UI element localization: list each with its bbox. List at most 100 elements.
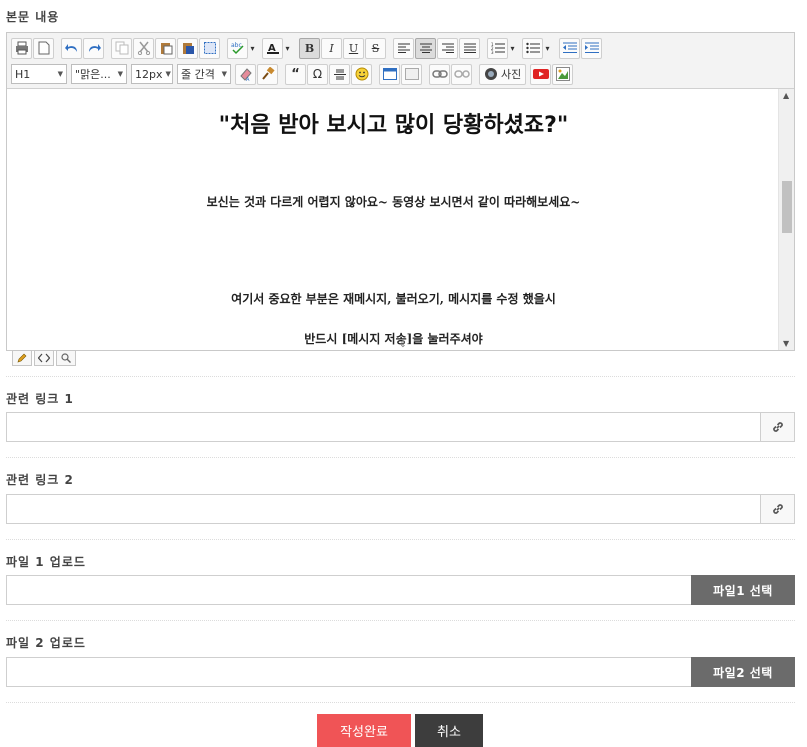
format-brush-icon[interactable] [257,63,278,85]
heading-select[interactable]: H1 ▼ [11,64,67,84]
paste-icon[interactable] [155,37,176,59]
scroll-down-icon[interactable]: ▼ [783,339,789,348]
select-all-icon[interactable] [199,37,220,59]
camera-icon [485,68,497,80]
video-icon[interactable] [530,63,552,85]
file-upload-2-input[interactable] [7,658,690,686]
file-upload-1-input[interactable] [7,576,690,604]
new-document-icon[interactable] [33,37,54,59]
editor-mode-bar [12,350,78,366]
emoticon-icon[interactable] [351,63,372,85]
chevron-down-icon: ▼ [117,70,123,78]
resize-handle-icon[interactable]: ⇕ [399,340,407,350]
file-upload-2-field: 파일2 선택 [6,657,795,687]
form-actions: 작성완료 취소 [0,714,807,747]
align-justify-icon[interactable] [459,37,480,59]
table-icon[interactable] [379,63,400,85]
html-mode-code-icon[interactable] [34,350,54,366]
bold-button[interactable]: B [299,37,320,59]
align-left-icon[interactable] [393,37,414,59]
line-height-select-value: 줄 간격 [181,68,215,81]
divider [6,620,795,621]
chevron-down-icon: ▼ [165,70,171,78]
blockquote-button[interactable]: “ [285,63,306,85]
font-color-icon[interactable]: A [262,37,283,59]
scrollbar-thumb[interactable] [782,181,792,233]
indent-icon[interactable] [581,37,602,59]
chevron-down-icon: ▼ [57,70,63,78]
svg-text:3: 3 [491,50,494,54]
unordered-list-icon[interactable] [522,37,543,59]
font-family-select[interactable]: "맑은... ▼ [71,64,127,84]
undo-icon[interactable] [61,37,82,59]
body-content-label: 본문 내용 [6,10,60,24]
chevron-down-icon: ▼ [221,70,227,78]
image-icon[interactable] [552,63,574,85]
ordered-list-icon[interactable]: 123 [487,37,508,59]
related-link-1-button[interactable] [760,413,794,441]
related-link-2-label: 관련 링크 2 [6,473,74,487]
divider [6,457,795,458]
editor-content-area[interactable]: "처음 받아 보시고 많이 당황하셨죠?" 보신는 것과 다르게 어렵지 않아요… [7,89,780,350]
related-link-1-label: 관련 링크 1 [6,392,74,406]
toolbar-row-2: H1 ▼ "맑은... ▼ 12px ▼ 줄 간격 ▼ A “ Ω 사진 [11,62,790,86]
eraser-icon[interactable]: A [235,63,256,85]
preview-magnifier-icon[interactable] [56,350,76,366]
related-link-2-button[interactable] [760,495,794,523]
special-char-button[interactable]: Ω [307,63,328,85]
italic-button[interactable]: I [321,37,342,59]
file-upload-1-field: 파일1 선택 [6,575,795,605]
editor-paragraph-1: 보신는 것과 다르게 어렵지 않아요~ 동영상 보시면서 같이 따라해보세요~ [206,195,581,209]
strikethrough-button[interactable]: S [365,37,386,59]
link-chain-icon [772,504,783,514]
file-upload-2-label: 파일 2 업로드 [6,636,86,650]
print-icon[interactable] [11,37,32,59]
link-chain-icon [772,422,783,432]
editor-headline: "처음 받아 보시고 많이 당황하셨죠?" [218,113,569,138]
file-1-select-button[interactable]: 파일1 선택 [691,575,795,605]
scroll-up-icon[interactable]: ▲ [783,91,789,100]
file-2-select-button[interactable]: 파일2 선택 [691,657,795,687]
unordered-list-dropdown-icon[interactable]: ▾ [543,38,552,59]
ordered-list-dropdown-icon[interactable]: ▾ [508,38,517,59]
paste-word-icon[interactable] [177,37,198,59]
related-link-1-field [6,412,795,442]
editor-toolbar: abc ▾ A ▾ B I U S 1 2 3 ▾ ▾ H1 ▼ "맑은... … [7,33,794,89]
font-size-select-value: 12px [135,67,163,81]
toolbar-row-1: abc ▾ A ▾ B I U S 1 2 3 ▾ ▾ [11,36,790,60]
edit-mode-pencil-icon[interactable] [12,350,32,366]
font-size-select[interactable]: 12px ▼ [131,64,173,84]
copy-icon[interactable] [111,37,132,59]
rich-text-editor: abc ▾ A ▾ B I U S 1 2 3 ▾ ▾ H1 ▼ "맑은... … [6,32,795,351]
line-height-select[interactable]: 줄 간격 ▼ [177,64,231,84]
editor-paragraph-3: 반드시 [메시지 저송]을 눌러주셔야 [304,332,483,346]
submit-button[interactable]: 작성완료 [317,714,411,747]
outdent-icon[interactable] [559,37,580,59]
cut-icon[interactable] [133,37,154,59]
related-link-2-input[interactable] [7,495,760,523]
horizontal-rule-icon[interactable] [329,63,350,85]
template-icon[interactable] [401,63,422,85]
photo-button[interactable]: 사진 [479,63,527,85]
unlink-icon[interactable] [451,63,472,85]
font-family-select-value: "맑은... [75,68,111,81]
spellcheck-dropdown-icon[interactable]: ▾ [248,38,257,59]
align-center-icon[interactable] [415,37,436,59]
redo-icon[interactable] [83,37,104,59]
cancel-button[interactable]: 취소 [415,714,483,747]
related-link-1-input[interactable] [7,413,760,441]
link-icon[interactable] [429,63,450,85]
file-upload-1-label: 파일 1 업로드 [6,555,86,569]
related-link-2-field [6,494,795,524]
svg-text:A: A [246,77,250,81]
spellcheck-icon[interactable]: abc [227,37,248,59]
divider [6,702,795,703]
heading-select-value: H1 [15,67,31,81]
font-color-dropdown-icon[interactable]: ▾ [283,38,292,59]
editor-paragraph-2: 여기서 중요한 부분은 재메시지, 불러오기, 메시지를 수정 했을시 [231,292,556,306]
underline-button[interactable]: U [343,37,364,59]
photo-button-label: 사진 [501,68,522,81]
editor-scrollbar[interactable]: ▲ ▼ [778,89,794,350]
divider [6,376,795,377]
align-right-icon[interactable] [437,37,458,59]
